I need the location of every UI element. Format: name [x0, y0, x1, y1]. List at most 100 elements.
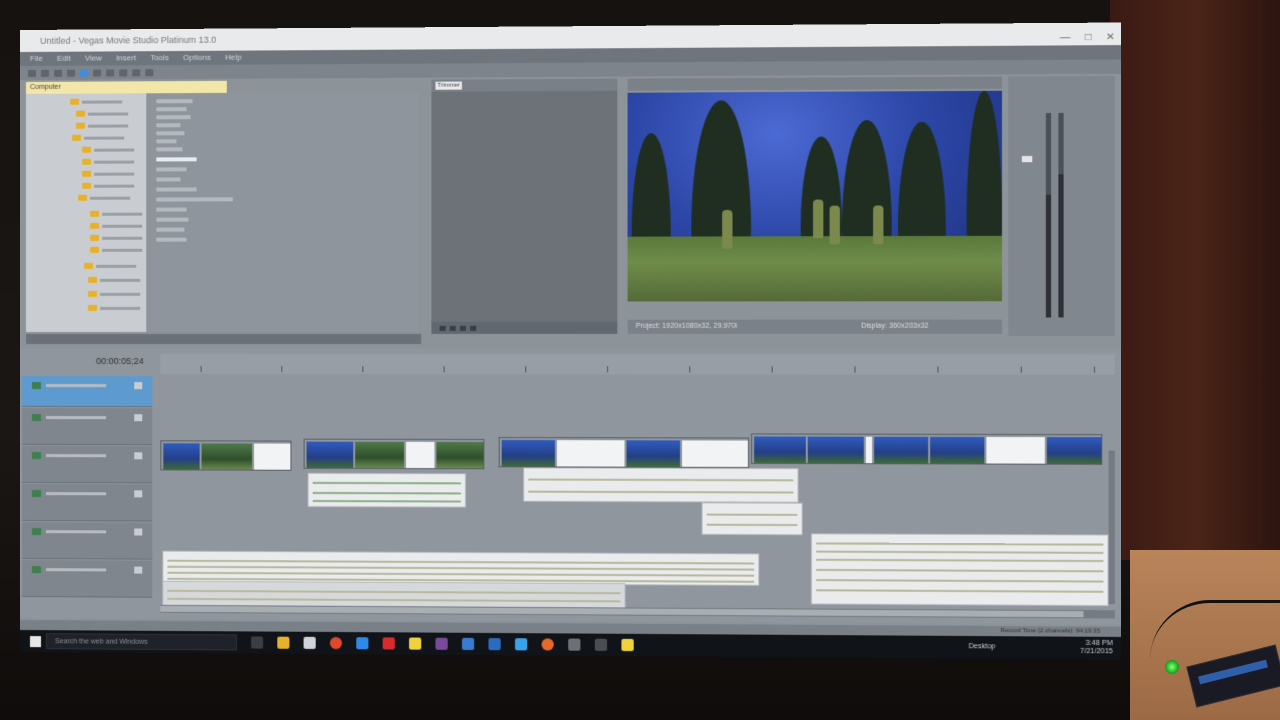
- track-header-video-2[interactable]: [22, 408, 152, 445]
- mute-button[interactable]: [134, 490, 142, 497]
- tree-item[interactable]: [90, 234, 142, 242]
- track-header-video-1[interactable]: [22, 376, 152, 407]
- mute-button[interactable]: [134, 452, 142, 459]
- system-clock[interactable]: 3:48 PM 7/21/2015: [1080, 640, 1113, 657]
- list-item[interactable]: [156, 131, 184, 135]
- save-icon[interactable]: [54, 69, 62, 76]
- menu-tools[interactable]: Tools: [150, 51, 169, 65]
- tree-item[interactable]: [82, 146, 134, 154]
- app-icon[interactable]: [568, 639, 580, 651]
- list-item[interactable]: [156, 218, 188, 222]
- timeline-scrollbar[interactable]: [160, 605, 1115, 619]
- audio-clip[interactable]: [702, 502, 803, 535]
- copy-icon[interactable]: [106, 69, 114, 76]
- app-icon[interactable]: [435, 638, 447, 650]
- tree-item[interactable]: [90, 222, 142, 230]
- pause-icon[interactable]: [450, 325, 456, 330]
- audio-clip[interactable]: [308, 473, 466, 508]
- video-clip[interactable]: [499, 437, 749, 468]
- tree-item[interactable]: [70, 97, 122, 105]
- app-icon[interactable]: [409, 637, 421, 649]
- list-item[interactable]: [156, 115, 190, 119]
- import-icon[interactable]: [80, 69, 88, 76]
- track-header-audio-3[interactable]: [22, 522, 152, 560]
- mute-button[interactable]: [134, 382, 142, 389]
- menu-view[interactable]: View: [85, 51, 102, 65]
- app-icon[interactable]: [462, 638, 474, 650]
- tree-item[interactable]: [76, 109, 128, 117]
- file-explorer-icon[interactable]: [277, 637, 289, 649]
- mute-button[interactable]: [134, 414, 142, 421]
- audio-clip[interactable]: [811, 533, 1109, 606]
- store-icon[interactable]: [304, 637, 316, 649]
- audio-clip[interactable]: [523, 467, 798, 502]
- stop-icon[interactable]: [460, 325, 466, 330]
- tree-item[interactable]: [82, 158, 134, 166]
- app-icon[interactable]: [595, 639, 607, 651]
- app-icon[interactable]: [383, 637, 395, 649]
- taskbar-search-input[interactable]: Search the web and Windows: [46, 633, 237, 650]
- paste-icon[interactable]: [119, 69, 127, 76]
- timeline-vertical-scrollbar[interactable]: [1109, 451, 1115, 605]
- track-header-audio-4[interactable]: [22, 560, 152, 598]
- video-clip[interactable]: [304, 439, 485, 470]
- tree-item[interactable]: [88, 304, 140, 312]
- cut-icon[interactable]: [93, 69, 101, 76]
- timeline-ruler[interactable]: [160, 354, 1115, 375]
- undo-icon[interactable]: [132, 69, 140, 76]
- track-header-audio-1[interactable]: [22, 446, 152, 483]
- firefox-icon[interactable]: [542, 638, 554, 650]
- list-item[interactable]: [156, 228, 184, 232]
- list-item[interactable]: [156, 107, 186, 111]
- tree-item[interactable]: [82, 170, 134, 178]
- trimmer-field[interactable]: Trimmer: [435, 82, 461, 90]
- mute-button[interactable]: [134, 528, 142, 535]
- list-item[interactable]: [156, 177, 180, 181]
- menu-options[interactable]: Options: [183, 51, 211, 65]
- tree-item[interactable]: [72, 134, 124, 142]
- video-clip[interactable]: [160, 440, 291, 470]
- list-item[interactable]: [156, 208, 186, 212]
- loop-icon[interactable]: [470, 325, 476, 330]
- play-icon[interactable]: [440, 325, 446, 330]
- track-header-audio-2[interactable]: [22, 484, 152, 522]
- app-icon[interactable]: [488, 638, 500, 650]
- list-item[interactable]: [156, 139, 176, 143]
- mute-button[interactable]: [134, 567, 142, 574]
- chrome-icon[interactable]: [330, 637, 342, 649]
- tree-item[interactable]: [84, 262, 136, 270]
- list-item[interactable]: [156, 123, 180, 127]
- tree-item[interactable]: [78, 194, 130, 202]
- desktop-toolbar-label[interactable]: Desktop: [969, 643, 996, 650]
- redo-icon[interactable]: [145, 69, 153, 76]
- explorer-path-field[interactable]: Computer: [26, 81, 227, 94]
- list-item[interactable]: [156, 238, 186, 242]
- list-item[interactable]: [156, 99, 192, 103]
- video-clip[interactable]: [751, 433, 1102, 464]
- list-item-selected[interactable]: [156, 157, 196, 161]
- app-icon[interactable]: [356, 637, 368, 649]
- tree-item[interactable]: [90, 246, 142, 254]
- tree-item[interactable]: [76, 121, 128, 129]
- list-item[interactable]: [156, 147, 182, 151]
- menu-help[interactable]: Help: [225, 51, 242, 65]
- task-view-icon[interactable]: [251, 636, 263, 648]
- app-icon[interactable]: [621, 639, 633, 651]
- list-item[interactable]: [156, 197, 233, 201]
- scrollbar-thumb[interactable]: [160, 606, 1083, 617]
- new-icon[interactable]: [28, 69, 36, 76]
- menu-insert[interactable]: Insert: [116, 51, 136, 65]
- menu-file[interactable]: File: [30, 52, 43, 66]
- list-item[interactable]: [156, 167, 186, 171]
- tree-item[interactable]: [88, 276, 140, 284]
- tree-item[interactable]: [90, 210, 142, 218]
- menu-edit[interactable]: Edit: [57, 52, 71, 66]
- vegas-icon[interactable]: [515, 638, 527, 650]
- windows-start-icon[interactable]: [30, 636, 41, 647]
- tree-item[interactable]: [82, 182, 134, 190]
- list-item[interactable]: [156, 187, 196, 191]
- open-icon[interactable]: [41, 69, 49, 76]
- tree-item[interactable]: [88, 290, 140, 298]
- volume-fader[interactable]: [1022, 156, 1032, 162]
- render-icon[interactable]: [67, 69, 75, 76]
